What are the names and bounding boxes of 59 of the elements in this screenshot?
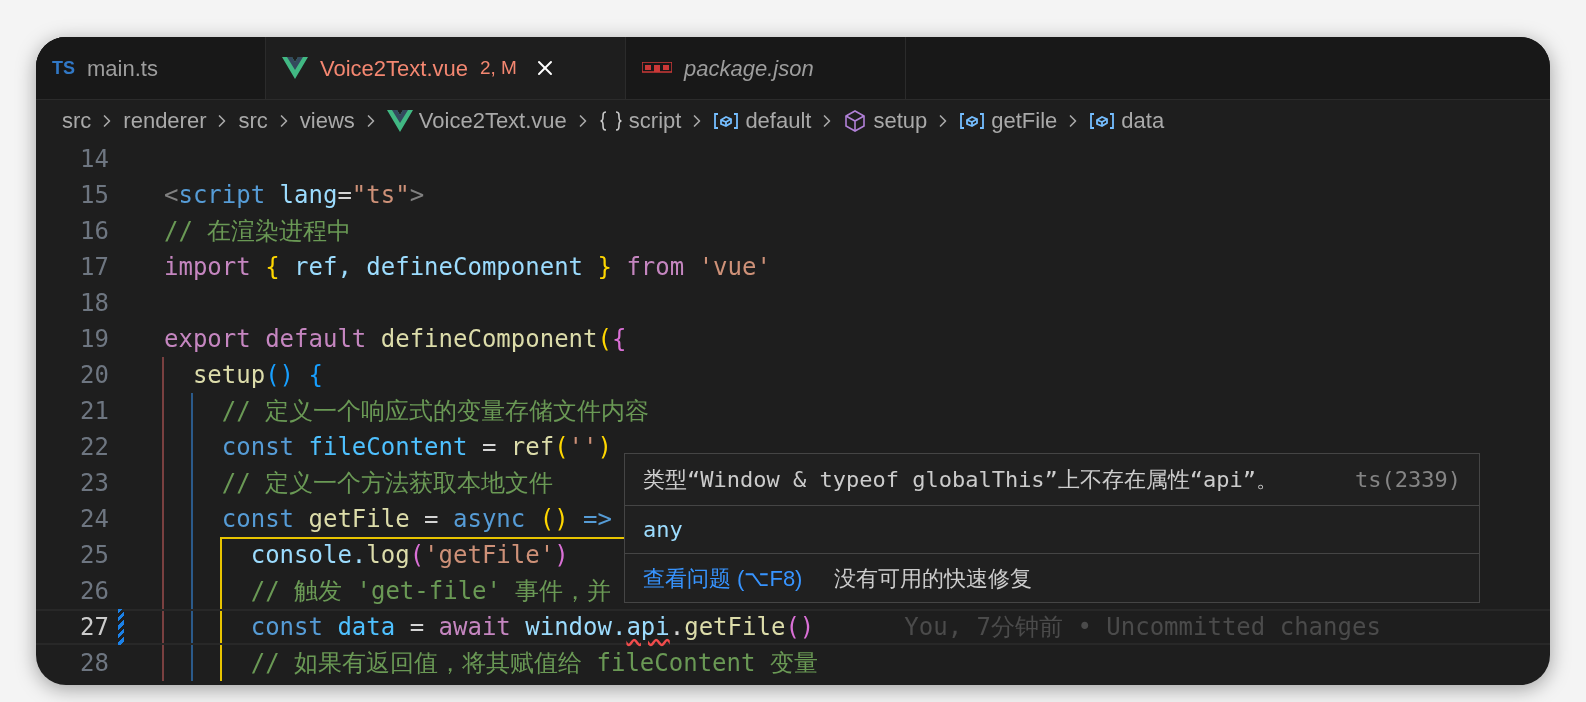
code-comment: // 如果有返回值，将其赋值给 fileContent 变量 xyxy=(249,648,818,679)
breadcrumb-item[interactable]: src xyxy=(238,104,268,137)
tab-label: main.ts xyxy=(87,54,158,83)
breadcrumb-item[interactable]: views xyxy=(299,104,355,137)
modified-marker[interactable] xyxy=(118,609,124,645)
line-number: 25 xyxy=(79,540,109,571)
code-comment: // 在渲染进程中 xyxy=(164,216,352,247)
no-quick-fix-text: 没有可用的快速修复 xyxy=(834,564,1033,593)
line-number: 22 xyxy=(79,432,109,463)
breadcrumb-item[interactable]: data xyxy=(1121,104,1165,137)
tab-label: Voice2Text.vue xyxy=(320,54,468,83)
code-comment: // 定义一个方法获取本地文件 xyxy=(220,468,554,499)
cube-icon xyxy=(843,108,868,133)
line-number: 24 xyxy=(79,504,109,535)
code-line: export default defineComponent({ xyxy=(164,324,627,355)
editor-tab[interactable]: TS main.ts xyxy=(36,37,266,99)
type-info: any xyxy=(643,516,683,544)
error-message: 类型“Window & typeof globalThis”上不存在属性“api”。 xyxy=(643,466,1279,494)
line-number: 28 xyxy=(79,648,109,679)
code-line: const fileContent = ref('') xyxy=(220,432,612,463)
breadcrumb-item[interactable]: setup xyxy=(873,104,928,137)
logo-icon xyxy=(282,57,308,79)
breadcrumb-item[interactable]: Voice2Text.vue xyxy=(418,104,567,137)
breadcrumb-item[interactable]: getFile xyxy=(991,104,1058,137)
logo-icon xyxy=(386,109,413,132)
line-number: 16 xyxy=(79,216,109,247)
breadcrumb-item[interactable]: src xyxy=(62,104,92,137)
code-comment: // 定义一个响应式的变量存储文件内容 xyxy=(220,396,650,427)
code-line: setup() { xyxy=(191,360,323,391)
line-number: 19 xyxy=(79,324,109,355)
line-number: 17 xyxy=(79,252,109,283)
logo-icon xyxy=(642,62,672,74)
breadcrumb-item[interactable]: renderer xyxy=(123,104,207,137)
line-number: 27 xyxy=(79,612,109,643)
breadcrumb-item[interactable]: default xyxy=(745,104,812,137)
error-code: ts(2339) xyxy=(1355,466,1461,494)
view-problem-link[interactable]: 查看问题 (⌥F8) xyxy=(643,561,803,595)
editor-tab[interactable]: Voice2Text.vue 2, M xyxy=(266,37,626,99)
breadcrumb-item[interactable]: script xyxy=(628,104,682,137)
line-number: 26 xyxy=(79,576,109,607)
braces-icon xyxy=(598,109,623,132)
code-line: console.log('getFile') xyxy=(249,540,569,571)
variable-icon xyxy=(713,110,740,131)
variable-icon xyxy=(959,110,986,131)
line-number: 18 xyxy=(79,288,109,319)
line-number: 15 xyxy=(79,180,109,211)
code-comment: // 触发 'get-file' 事件，并 xyxy=(249,576,612,607)
tab-label: package.json xyxy=(684,54,814,83)
line-number: 20 xyxy=(79,360,109,391)
line-number: 21 xyxy=(79,396,109,427)
line-number: 14 xyxy=(79,144,109,175)
code-line: const data = await window.api.getFile() xyxy=(249,612,815,643)
code-line: import { ref, defineComponent } from 'vue' xyxy=(164,252,771,283)
variable-icon xyxy=(1089,110,1116,131)
line-number: 23 xyxy=(79,468,109,499)
code-line: <script lang="ts"> xyxy=(164,180,425,211)
problem-count-label: 2, M xyxy=(480,55,517,80)
typescript-icon: TS xyxy=(52,54,75,82)
code-line: const getFile = async () => xyxy=(220,504,612,535)
